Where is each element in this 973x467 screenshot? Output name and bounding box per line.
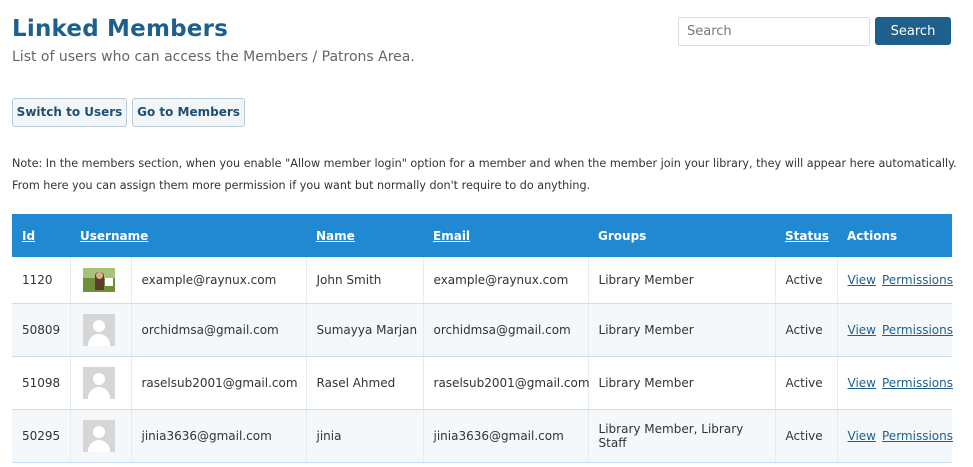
cell-username: example@raynux.com (131, 257, 307, 304)
cell-status: Active (775, 356, 838, 410)
cell-groups: Library Member (588, 257, 776, 304)
cell-id: 50809 (12, 303, 71, 357)
linked-members-page: Linked Members List of users who can acc… (0, 0, 973, 467)
info-note: Note: In the members section, when you e… (12, 157, 957, 192)
cell-id: 1120 (12, 257, 71, 304)
column-header-email[interactable]: Email (423, 214, 588, 257)
default-avatar-icon (82, 419, 115, 452)
cell-username: raselsub2001@gmail.com (131, 356, 307, 410)
table-row: 1120 example@raynux.com John Smith examp… (12, 257, 953, 304)
cell-email: jinia3636@gmail.com (423, 409, 589, 463)
linked-members-table: Id Username Name Email Groups Status Act… (12, 214, 953, 463)
table-row: 50809 orchidmsa@gmail.com Sumayya Marjan… (12, 303, 953, 357)
column-header-actions: Actions (847, 228, 898, 243)
sort-id-link[interactable]: Id (22, 229, 35, 243)
cell-groups: Library Member (588, 303, 776, 357)
permissions-link[interactable]: Permissions (882, 429, 953, 443)
user-photo-avatar (82, 267, 115, 292)
cell-actions: View Permissions (837, 356, 953, 410)
cell-actions: View Permissions (837, 409, 953, 463)
view-link[interactable]: View (848, 323, 876, 337)
cell-status: Active (775, 303, 838, 357)
sort-username-link[interactable]: Username (80, 229, 148, 243)
cell-id: 50295 (12, 409, 71, 463)
column-header-groups: Groups (598, 228, 647, 243)
cell-id: 51098 (12, 356, 71, 410)
table-row: 51098 raselsub2001@gmail.com Rasel Ahmed… (12, 356, 953, 410)
switch-to-users-button[interactable]: Switch to Users (12, 98, 127, 127)
column-header-name[interactable]: Name (306, 214, 423, 257)
cell-name: Rasel Ahmed (306, 356, 424, 410)
cell-status: Active (775, 257, 838, 304)
cell-username: orchidmsa@gmail.com (131, 303, 307, 357)
cell-actions: View Permissions (837, 303, 953, 357)
default-avatar-icon (82, 313, 115, 346)
table-header-row: Id Username Name Email Groups Status Act… (12, 214, 953, 257)
view-link[interactable]: View (848, 376, 876, 390)
cell-username: jinia3636@gmail.com (131, 409, 307, 463)
go-to-members-button[interactable]: Go to Members (132, 98, 245, 127)
permissions-link[interactable]: Permissions (882, 323, 953, 337)
permissions-link[interactable]: Permissions (882, 273, 953, 287)
search-input[interactable] (678, 17, 870, 46)
page-subtitle: List of users who can access the Members… (12, 49, 415, 65)
page-title: Linked Members (12, 16, 229, 42)
cell-name: John Smith (306, 257, 424, 304)
cell-actions: View Permissions (837, 257, 953, 304)
search-button[interactable]: Search (875, 17, 951, 45)
column-header-username[interactable]: Username (70, 214, 306, 257)
view-link[interactable]: View (848, 273, 876, 287)
cell-status: Active (775, 409, 838, 463)
column-header-status[interactable]: Status (775, 214, 837, 257)
sort-name-link[interactable]: Name (316, 229, 355, 243)
cell-email: example@raynux.com (423, 257, 589, 304)
cell-groups: Library Member (588, 356, 776, 410)
sort-email-link[interactable]: Email (433, 229, 470, 243)
cell-name: Sumayya Marjan (306, 303, 424, 357)
cell-email: raselsub2001@gmail.com (423, 356, 590, 410)
default-avatar-icon (82, 366, 115, 399)
column-header-id[interactable]: Id (12, 214, 70, 257)
cell-groups: Library Member, Library Staff (588, 409, 776, 463)
permissions-link[interactable]: Permissions (882, 376, 953, 390)
view-link[interactable]: View (848, 429, 876, 443)
table-row: 50295 jinia3636@gmail.com jinia jinia363… (12, 409, 953, 463)
cell-email: orchidmsa@gmail.com (423, 303, 589, 357)
cell-name: jinia (306, 409, 424, 463)
sort-status-link[interactable]: Status (785, 229, 829, 243)
